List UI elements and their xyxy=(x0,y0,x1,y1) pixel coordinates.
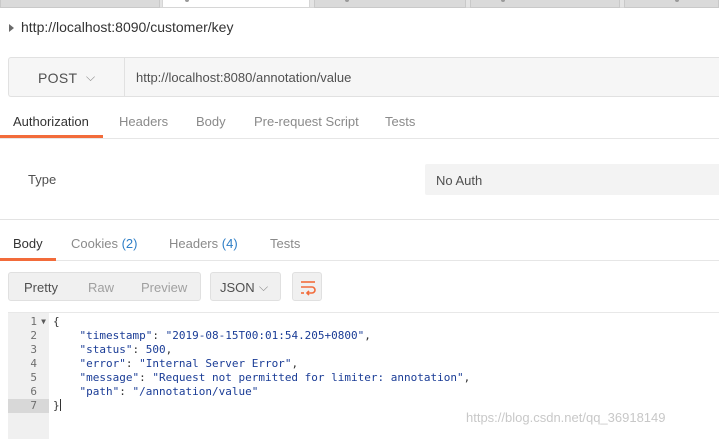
url-bar: POST ⌵ http://localhost:8080/annotation/… xyxy=(8,57,719,97)
json-message-value: Request not permitted for limiter: annot… xyxy=(158,371,457,384)
line-number: 3 xyxy=(30,343,37,356)
request-title[interactable]: http://localhost:8090/customer/key xyxy=(21,19,233,35)
view-mode-toggle: Pretty Raw Preview xyxy=(8,272,201,301)
url-input[interactable]: http://localhost:8080/annotation/value xyxy=(136,70,351,85)
code-line: { xyxy=(53,315,60,328)
active-response-tab-indicator xyxy=(0,258,56,261)
code-line: "message": "Request not permitted for li… xyxy=(79,371,471,384)
response-tab-cookies[interactable]: Cookies (2) xyxy=(71,236,137,251)
headers-count: (4) xyxy=(221,236,238,251)
response-tab-cookies-label: Cookies xyxy=(71,236,118,251)
tab-body[interactable]: Body xyxy=(196,114,226,129)
format-select[interactable]: JSON ⌵ xyxy=(210,272,281,301)
view-preview-button[interactable]: Preview xyxy=(141,280,187,295)
line-number: 4 xyxy=(30,357,37,370)
request-tab-active[interactable] xyxy=(162,0,310,8)
response-tab-body-label: Body xyxy=(13,236,43,251)
tab-dot-icon xyxy=(185,0,189,2)
json-error-value: Internal Server Error xyxy=(145,357,285,370)
chevron-down-icon: ⌵ xyxy=(259,280,269,294)
response-tabs: Body Cookies (2) Headers (4) Tests xyxy=(0,221,719,261)
fold-arrow-icon: ▼ xyxy=(41,317,46,326)
method-label: POST xyxy=(38,70,78,86)
tab-dot-icon xyxy=(345,0,349,2)
cookies-count: (2) xyxy=(121,236,138,251)
line-number: 6 xyxy=(30,385,37,398)
auth-type-select[interactable]: No Auth xyxy=(425,164,719,195)
request-title-bar: http://localhost:8090/customer/key xyxy=(0,8,719,46)
code-line: "path": "/annotation/value" xyxy=(79,385,259,398)
chevron-down-icon: ⌵ xyxy=(86,70,96,84)
code-line: "timestamp": "2019-08-15T00:01:54.205+08… xyxy=(79,329,371,342)
request-tab[interactable] xyxy=(314,0,466,8)
json-path-value: /annotation/value xyxy=(139,385,252,398)
response-tab-headers[interactable]: Headers (4) xyxy=(169,236,238,251)
code-line: } xyxy=(53,399,61,412)
tab-tests[interactable]: Tests xyxy=(385,114,415,129)
response-tab-tests[interactable]: Tests xyxy=(270,236,300,251)
code-line: "error": "Internal Server Error", xyxy=(79,357,299,370)
watermark: https://blog.csdn.net/qq_36918149 xyxy=(466,410,666,425)
tab-strip xyxy=(0,0,719,8)
request-tab[interactable] xyxy=(624,0,719,8)
method-select[interactable]: POST ⌵ xyxy=(9,58,125,96)
line-gutter: 1 ▼ 2 3 4 5 6 7 xyxy=(8,313,49,439)
tab-authorization[interactable]: Authorization xyxy=(13,114,89,129)
tab-dot-icon xyxy=(675,0,679,2)
line-number: 5 xyxy=(30,371,37,384)
response-tab-body[interactable]: Body xyxy=(13,236,43,251)
code-line: "status": 500, xyxy=(79,343,173,356)
view-raw-button[interactable]: Raw xyxy=(88,280,114,295)
request-tab[interactable] xyxy=(470,0,620,8)
json-timestamp-value: 2019-08-15T00:01:54.205+0800 xyxy=(172,329,358,342)
wrap-lines-button[interactable] xyxy=(292,272,322,301)
auth-type-label: Type xyxy=(28,172,57,187)
line-number: 2 xyxy=(30,329,37,342)
tab-dot-icon xyxy=(501,0,505,2)
request-tab[interactable] xyxy=(0,0,160,8)
expand-caret-icon[interactable] xyxy=(9,24,14,32)
view-pretty-button[interactable]: Pretty xyxy=(24,280,58,295)
active-tab-indicator xyxy=(0,135,103,138)
request-tabs: Authorization Headers Body Pre-request S… xyxy=(0,103,719,139)
line-number: 7 xyxy=(8,399,49,413)
tab-pre-request-script[interactable]: Pre-request Script xyxy=(254,114,359,129)
auth-section: Type No Auth xyxy=(0,140,719,220)
tab-headers[interactable]: Headers xyxy=(119,114,168,129)
response-tab-headers-label: Headers xyxy=(169,236,219,251)
format-label: JSON xyxy=(220,280,255,295)
line-number: 1 ▼ xyxy=(30,315,46,328)
response-tab-tests-label: Tests xyxy=(270,236,301,251)
wrap-lines-icon xyxy=(301,281,316,296)
json-status-value: 500 xyxy=(145,343,166,356)
text-cursor xyxy=(59,399,61,411)
auth-type-value: No Auth xyxy=(436,173,483,188)
